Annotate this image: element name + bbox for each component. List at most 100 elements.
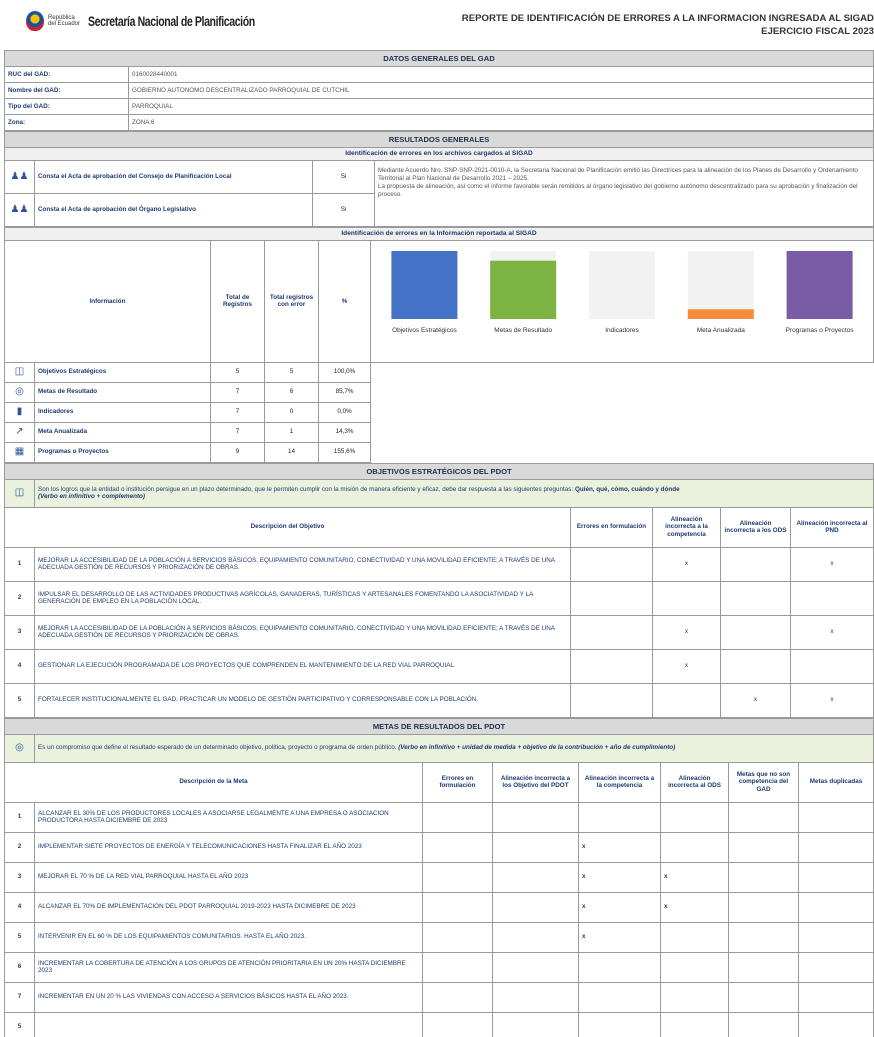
objetivo-comp-mark <box>652 580 721 616</box>
council-icon: ♟♟ <box>4 160 35 194</box>
meta-obj-mark <box>492 921 579 953</box>
project-icon: ▦ <box>4 441 35 463</box>
meta-err-mark <box>422 951 493 983</box>
meta-ods-mark <box>660 801 729 833</box>
metas-intro: Es un compromiso que define el resultado… <box>34 733 874 763</box>
acta-legislativo-label: Consta el Acta de aprobación del Órgano … <box>34 193 313 227</box>
bar <box>391 251 458 319</box>
info-total: 7 <box>210 421 265 443</box>
info-percent: 100,0% <box>318 361 371 383</box>
report-header: República del Ecuador Secretaría Naciona… <box>4 2 874 50</box>
meta-err-mark <box>422 801 493 833</box>
objetivo-row: 1 MEJORAR LA ACCESIBILIDAD DE LA POBLACIÓ… <box>4 546 874 582</box>
col-obj-ods: Alineación incorrecta a los ODS <box>720 506 791 548</box>
objetivo-err-mark <box>570 682 653 718</box>
org-name: Secretaría Nacional de Planificación <box>88 13 255 29</box>
info-errors: 1 <box>264 421 319 443</box>
meta-comp-mark <box>578 801 661 833</box>
col-obj-errores: Errores en formulación <box>570 506 653 548</box>
archivos-subtitle: Identificación de errores en los archivo… <box>4 147 874 161</box>
objetivo-number: 1 <box>4 546 35 582</box>
report-title: REPORTE DE IDENTIFICACIÓN DE ERRORES A L… <box>462 13 874 39</box>
meta-description: MEJORAR EL 70 % DE LA RED VIAL PARROQUIA… <box>34 861 423 893</box>
errors-chart-cell: Objetivos Estratégicos Metas de Resultado… <box>370 240 874 363</box>
x-tick-label: Metas de Resultado <box>494 327 552 334</box>
meta-obj-mark <box>492 891 579 923</box>
bar-chart-icon: ▮ <box>4 401 35 423</box>
meta-number: 6 <box>4 951 35 983</box>
meta-row: 5 <box>4 1011 874 1037</box>
metas-table: METAS DE RESULTADOS DEL PDOT ◎ Es un com… <box>4 717 874 1037</box>
col-porcentaje: % <box>318 240 371 363</box>
col-informacion: Información <box>4 240 211 363</box>
meta-description: ALCANZAR EL 70% DE IMPLEMENTACION DEL PD… <box>34 891 423 923</box>
meta-ods-mark <box>660 921 729 953</box>
objetivo-err-mark <box>570 648 653 684</box>
info-errors: 6 <box>264 381 319 403</box>
info-row: ▦ Programas o Proyectos 9 14 155,6% <box>4 441 874 463</box>
objetivo-number: 2 <box>4 580 35 616</box>
target-doc-icon: ◫ <box>4 361 35 383</box>
x-tick-label: Programas o Proyectos <box>786 327 855 334</box>
info-errors: 0 <box>264 401 319 423</box>
meta-err-mark <box>422 921 493 953</box>
objetivo-pnd-mark: x <box>790 614 874 650</box>
meta-err-mark <box>422 1011 493 1037</box>
objetivo-description: FORTALECER INSTITUCIONALMENTE EL GAD, PR… <box>34 682 571 718</box>
datos-label: Nombre del GAD: <box>4 82 129 99</box>
col-meta-no-competencia: Metas que no son competencia del GAD <box>728 761 799 803</box>
datos-value: ZONA 6 <box>128 114 874 131</box>
info-percent: 14,3% <box>318 421 371 443</box>
meta-comp-mark: x <box>578 921 661 953</box>
meta-description <box>34 1011 423 1037</box>
meta-nocomp-mark <box>728 891 799 923</box>
datos-row: Zona: ZONA 6 <box>4 114 874 131</box>
acta-consejo-value: Si <box>312 160 375 194</box>
info-errors: 14 <box>264 441 319 463</box>
info-subtitle: Identificación de errores en la Informac… <box>4 227 874 241</box>
meta-comp-mark: x <box>578 861 661 893</box>
metas-icon: ◎ <box>4 733 35 763</box>
objetivo-comp-mark: x <box>652 546 721 582</box>
info-name: Programas o Proyectos <box>34 441 211 463</box>
info-row: ◫ Objetivos Estratégicos 5 5 100,0% <box>4 361 874 383</box>
info-name: Objetivos Estratégicos <box>34 361 211 383</box>
meta-obj-mark <box>492 981 579 1013</box>
org-logo: República del Ecuador Secretaría Naciona… <box>4 2 302 31</box>
meta-comp-mark <box>578 951 661 983</box>
col-meta-objetivo: Alineación incorrecta a los Objetivo del… <box>492 761 579 803</box>
objetivo-number: 4 <box>4 648 35 684</box>
meta-nocomp-mark <box>728 981 799 1013</box>
info-name: Indicadores <box>34 401 211 423</box>
objetivo-ods-mark <box>720 580 791 616</box>
meta-description: IMPLEMENTAR SIETE PROYECTOS DE ENERGÍA Y… <box>34 831 423 863</box>
meta-err-mark <box>422 981 493 1013</box>
objetivo-ods-mark <box>720 614 791 650</box>
datos-value: 0160028440001 <box>128 66 874 83</box>
x-tick-label: Meta Anualizada <box>697 327 745 334</box>
bar-track <box>687 251 754 319</box>
metas-intro-text: Es un compromiso que define el resultado… <box>38 744 399 752</box>
meta-number: 3 <box>4 861 35 893</box>
meta-ods-mark <box>660 1011 729 1037</box>
datos-label: Zona: <box>4 114 129 131</box>
objetivo-err-mark <box>570 546 653 582</box>
objetivo-err-mark <box>570 614 653 650</box>
objetivo-description: GESTIONAR LA EJECUCIÓN PROGRAMADA DE LOS… <box>34 648 571 684</box>
meta-row: 6 INCREMENTAR LA COBERTURA DE ATENCIÓN A … <box>4 951 874 983</box>
meta-err-mark <box>422 891 493 923</box>
meta-number: 2 <box>4 831 35 863</box>
meta-dup-mark <box>798 921 874 953</box>
info-row: ▮ Indicadores 7 0 0,0% <box>4 401 874 423</box>
objetivo-comp-mark: x <box>652 648 721 684</box>
errors-bar-chart: Objetivos Estratégicos Metas de Resultado… <box>391 251 855 334</box>
meta-ods-mark <box>660 831 729 863</box>
info-name: Metas de Resultado <box>34 381 211 403</box>
col-meta-competencia: Alineación incorrecta a la competencia <box>578 761 661 803</box>
meta-nocomp-mark <box>728 831 799 863</box>
meta-dup-mark <box>798 981 874 1013</box>
report-title-line-1: REPORTE DE IDENTIFICACIÓN DE ERRORES A L… <box>461 13 874 24</box>
col-registros-error: Total registros con error <box>264 240 319 363</box>
meta-nocomp-mark <box>728 861 799 893</box>
info-total: 9 <box>210 441 265 463</box>
